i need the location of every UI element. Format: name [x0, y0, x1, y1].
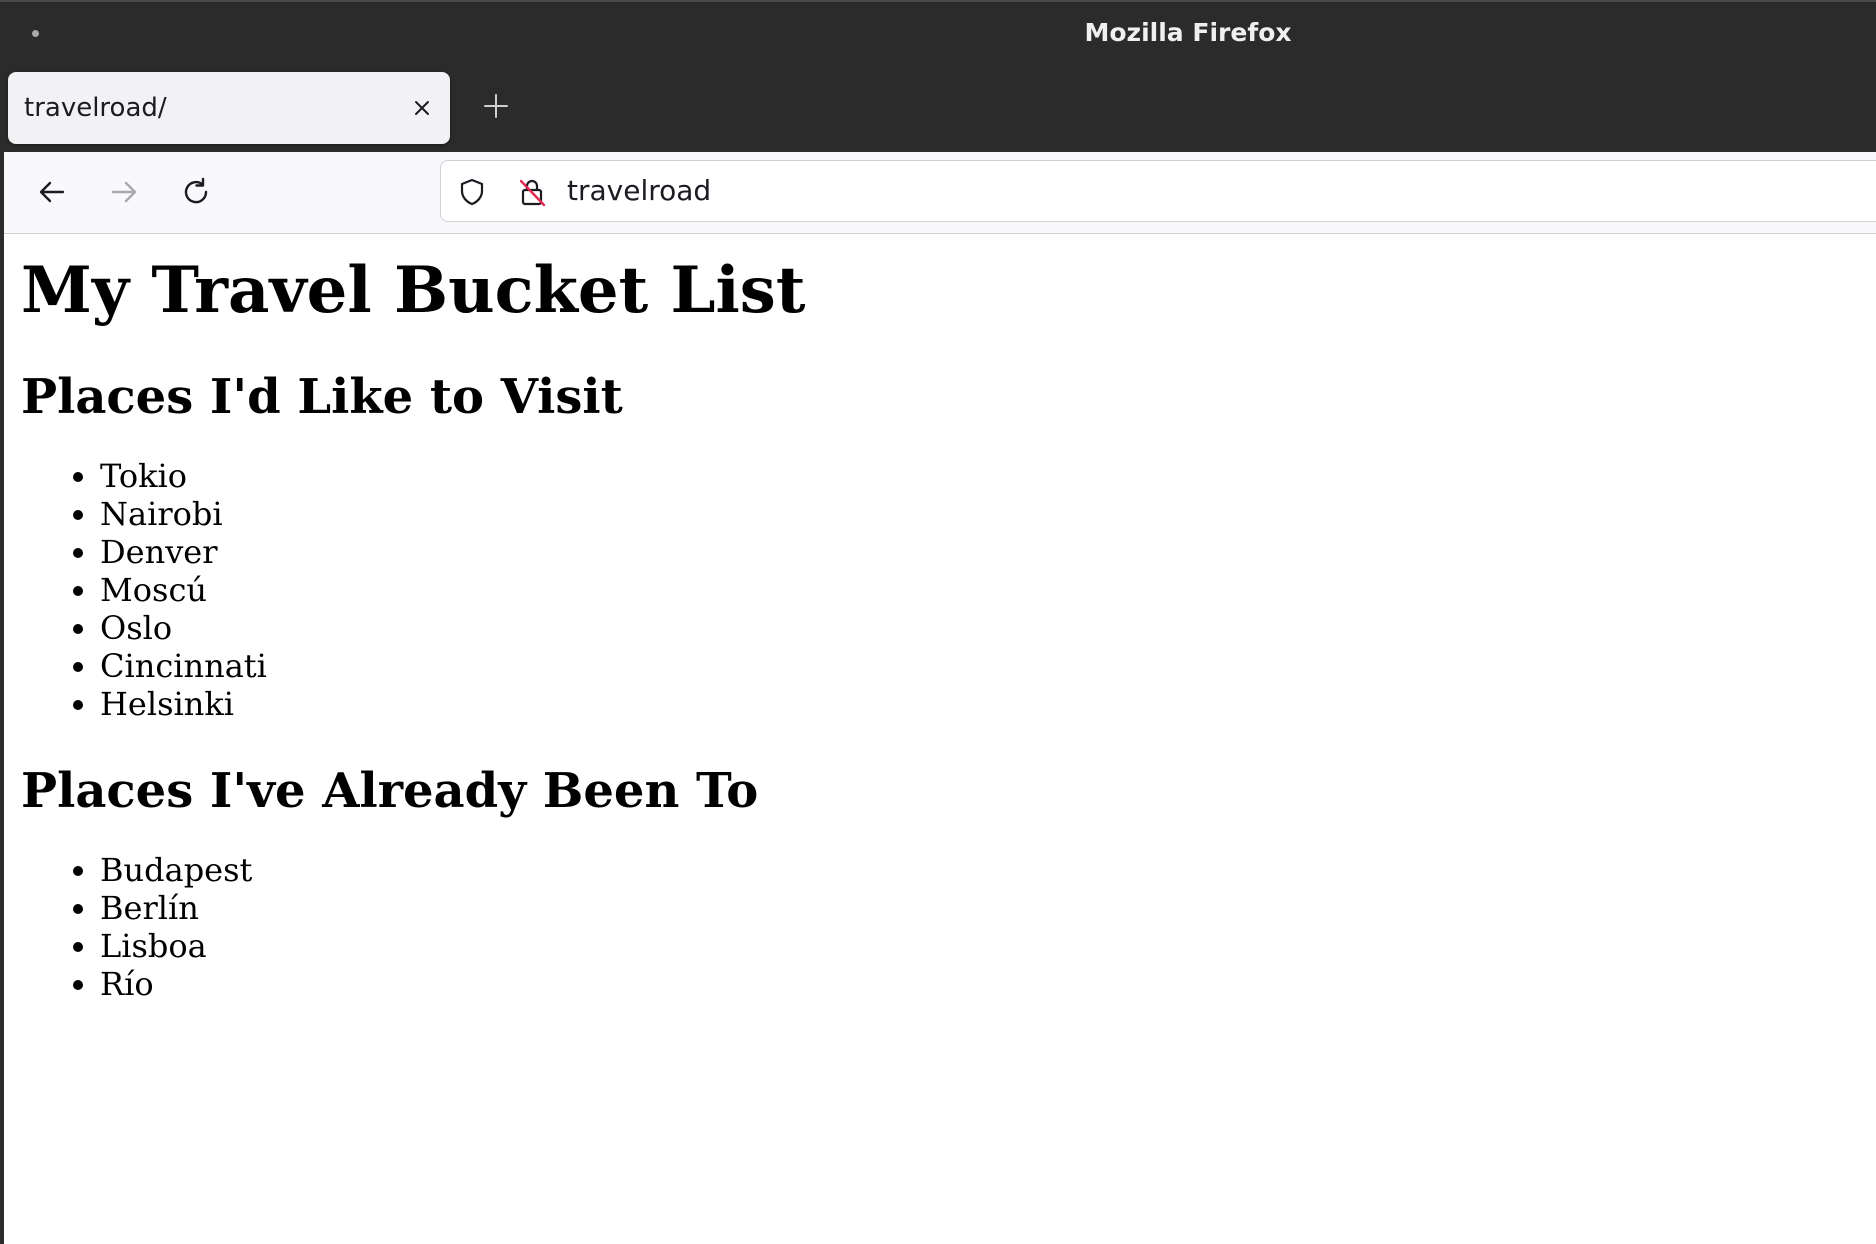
list-item: Tokio: [100, 457, 1876, 495]
list-item: Helsinki: [100, 685, 1876, 723]
insecure-lock-icon[interactable]: [513, 173, 551, 211]
list-item: Oslo: [100, 609, 1876, 647]
page-title: My Travel Bucket List: [21, 253, 806, 328]
list-item: Río: [100, 965, 1876, 1003]
list-item: Budapest: [100, 851, 1876, 889]
tab-travelroad[interactable]: travelroad/: [8, 72, 450, 144]
to-visit-list: Tokio Nairobi Denver Moscú Oslo Cincinna…: [21, 457, 1876, 723]
close-icon[interactable]: [404, 90, 440, 126]
section-heading-to-visit: Places I'd Like to Visit: [21, 369, 623, 425]
tab-title: travelroad/: [24, 93, 167, 123]
shield-icon[interactable]: [453, 173, 491, 211]
list-item: Nairobi: [100, 495, 1876, 533]
list-item: Berlín: [100, 889, 1876, 927]
title-bar: Mozilla Firefox: [0, 0, 1876, 62]
visited-list: Budapest Berlín Lisboa Río: [21, 851, 1876, 1003]
page-content: My Travel Bucket List Places I'd Like to…: [4, 235, 1876, 1244]
list-item: Moscú: [100, 571, 1876, 609]
navigation-toolbar: travelroad: [4, 152, 1876, 234]
url-text[interactable]: travelroad: [567, 161, 711, 221]
list-item: Denver: [100, 533, 1876, 571]
reload-icon[interactable]: [170, 166, 222, 218]
list-item: Lisboa: [100, 927, 1876, 965]
tab-strip: travelroad/: [0, 62, 1876, 152]
list-item: Cincinnati: [100, 647, 1876, 685]
plus-icon[interactable]: [472, 80, 520, 132]
back-arrow-icon[interactable]: [26, 166, 78, 218]
url-bar[interactable]: travelroad: [440, 160, 1876, 222]
section-heading-visited: Places I've Already Been To: [21, 763, 759, 819]
browser-window: Mozilla Firefox travelroad/ travelroad M…: [0, 0, 1876, 1244]
forward-arrow-icon[interactable]: [98, 166, 150, 218]
window-title: Mozilla Firefox: [1084, 18, 1292, 47]
